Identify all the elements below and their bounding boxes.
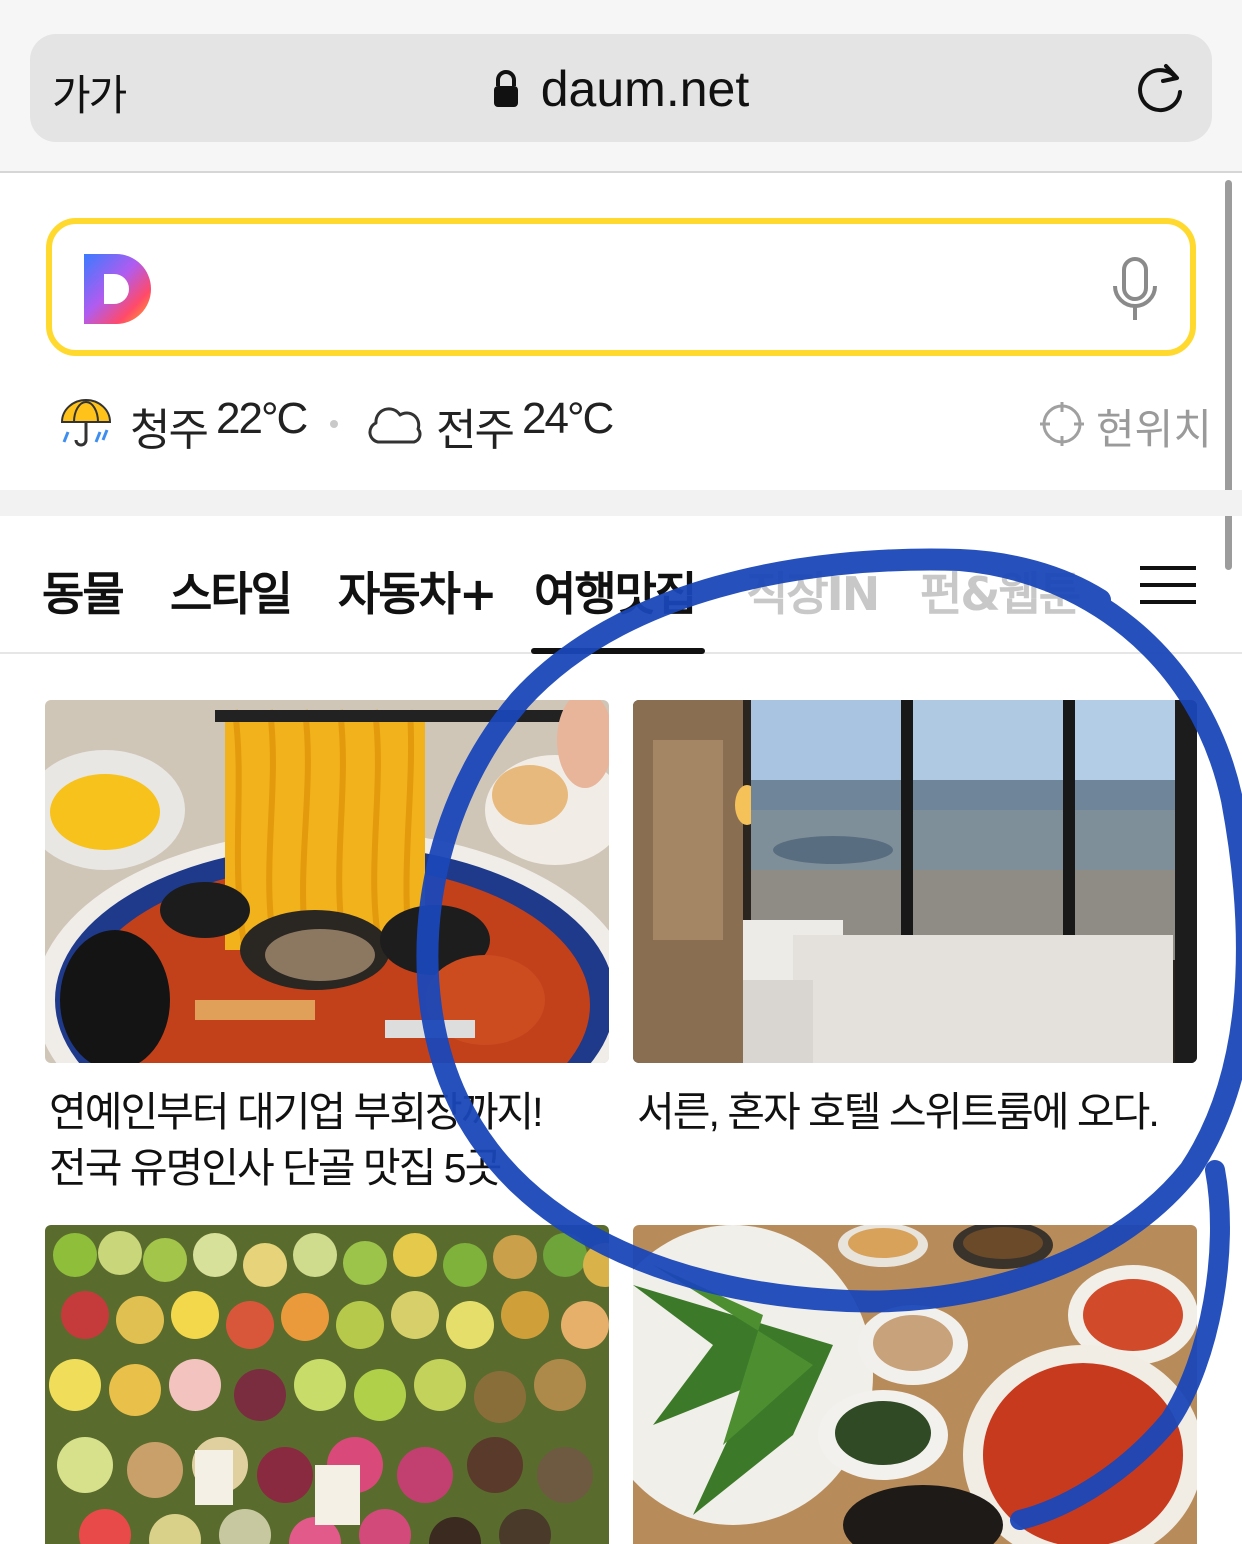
article-card-2[interactable]: 서른, 혼자 호텔 스위트룸에 오다.: [633, 700, 1197, 1200]
tab-animals[interactable]: 동물: [42, 558, 125, 624]
weather-city-2: 전주: [436, 406, 515, 455]
daum-logo-icon: [84, 254, 151, 324]
weather-city-1: 청주: [130, 406, 209, 455]
article-image-side-dishes[interactable]: [633, 1225, 1197, 1544]
crosshair-icon: [1040, 402, 1084, 446]
article-card-3[interactable]: [45, 1225, 609, 1544]
tab-style[interactable]: 스타일: [170, 558, 293, 624]
lock-icon: [493, 70, 518, 107]
weather-temp-2: 24°C: [522, 394, 614, 443]
article-card-1[interactable]: 연예인부터 대기업 부회장까지! 전국 유명인사 단골 맛집 5곳: [45, 700, 609, 1200]
address-bar[interactable]: 가가 daum.net: [30, 34, 1212, 142]
current-location-button[interactable]: 현위치: [1040, 396, 1212, 454]
cloud-icon: [368, 407, 422, 444]
section-divider: [0, 490, 1242, 516]
hamburger-menu-icon[interactable]: [1138, 564, 1198, 606]
category-tabs: 동물 스타일 자동차+ 여행맛집 직장IN 펀&웹툰: [0, 516, 1242, 654]
weather-row: 청주 22°C 전주 24°C 현위치: [58, 392, 1212, 455]
article-image-noodles[interactable]: [45, 700, 609, 1063]
reload-icon[interactable]: [1136, 62, 1186, 114]
current-location-label: 현위치: [1096, 405, 1212, 454]
article-card-4[interactable]: [633, 1225, 1197, 1544]
weather-separator: [330, 420, 338, 428]
article-image-hotel-room[interactable]: [633, 700, 1197, 1063]
microphone-icon[interactable]: [1110, 256, 1160, 324]
tab-cars[interactable]: 자동차+: [338, 558, 498, 624]
url-text: daum.net: [540, 61, 750, 117]
tab-travel-food[interactable]: 여행맛집: [534, 558, 697, 624]
active-tab-indicator: [531, 648, 705, 654]
article-title-2[interactable]: 서른, 혼자 호텔 스위트룸에 오다.: [637, 1084, 1197, 1140]
umbrella-rain-icon: [60, 399, 112, 447]
article-image-fruit-market[interactable]: [45, 1225, 609, 1544]
browser-toolbar: 가가 daum.net: [0, 0, 1242, 173]
tab-fun-webtoon[interactable]: 펀&웹툰: [920, 558, 1081, 624]
tab-work[interactable]: 직장IN: [746, 558, 880, 624]
weather-temp-1: 22°C: [216, 394, 308, 443]
search-input[interactable]: [46, 218, 1196, 356]
article-title-1[interactable]: 연예인부터 대기업 부회장까지! 전국 유명인사 단골 맛집 5곳: [49, 1084, 609, 1196]
